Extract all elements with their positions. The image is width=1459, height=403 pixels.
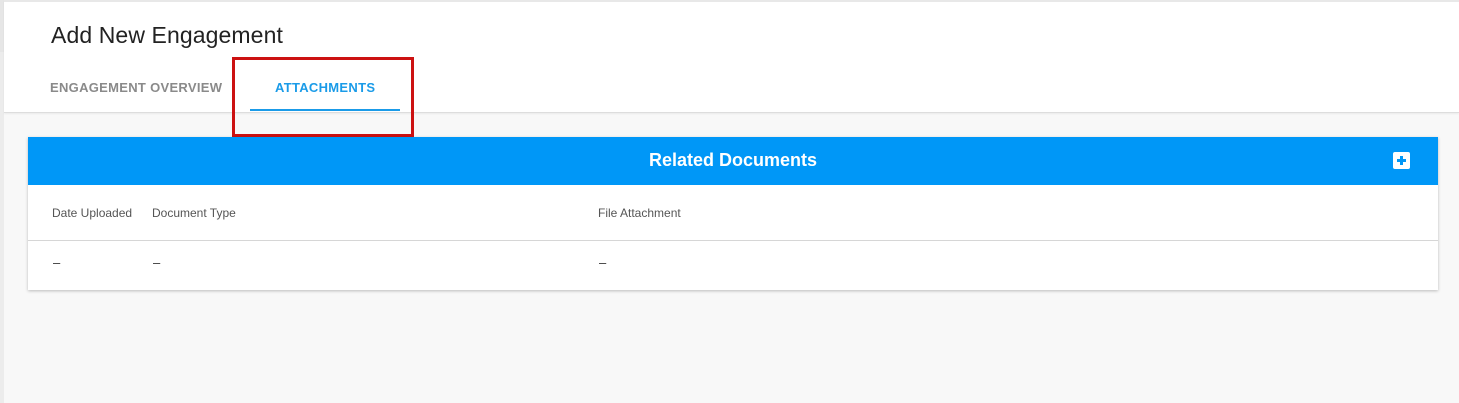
tab-engagement-overview[interactable]: ENGAGEMENT OVERVIEW bbox=[50, 80, 222, 95]
tab-attachments[interactable]: ATTACHMENTS bbox=[275, 80, 375, 95]
related-documents-header: Related Documents bbox=[28, 137, 1438, 185]
related-documents-title: Related Documents bbox=[648, 150, 818, 170]
related-documents-card: Related Documents Date Uploaded Document… bbox=[28, 137, 1438, 290]
table-header-divider bbox=[28, 240, 1438, 241]
table-cell-document-type: – bbox=[153, 255, 161, 270]
page-header bbox=[4, 0, 1459, 113]
page-title: Add New Engagement bbox=[51, 22, 283, 48]
header-top-border bbox=[4, 0, 1459, 2]
table-cell-date-uploaded: – bbox=[53, 255, 61, 270]
table-cell-file-attachment: – bbox=[599, 255, 607, 270]
plus-vertical bbox=[1400, 156, 1403, 165]
app-frame: Add New Engagement ENGAGEMENT OVERVIEW A… bbox=[0, 0, 1459, 403]
add-document-icon[interactable] bbox=[1393, 152, 1410, 169]
column-header-date-uploaded: Date Uploaded bbox=[52, 206, 133, 220]
active-tab-indicator bbox=[250, 109, 400, 111]
column-header-document-type: Document Type bbox=[152, 206, 236, 220]
column-header-file-attachment: File Attachment bbox=[598, 206, 681, 220]
